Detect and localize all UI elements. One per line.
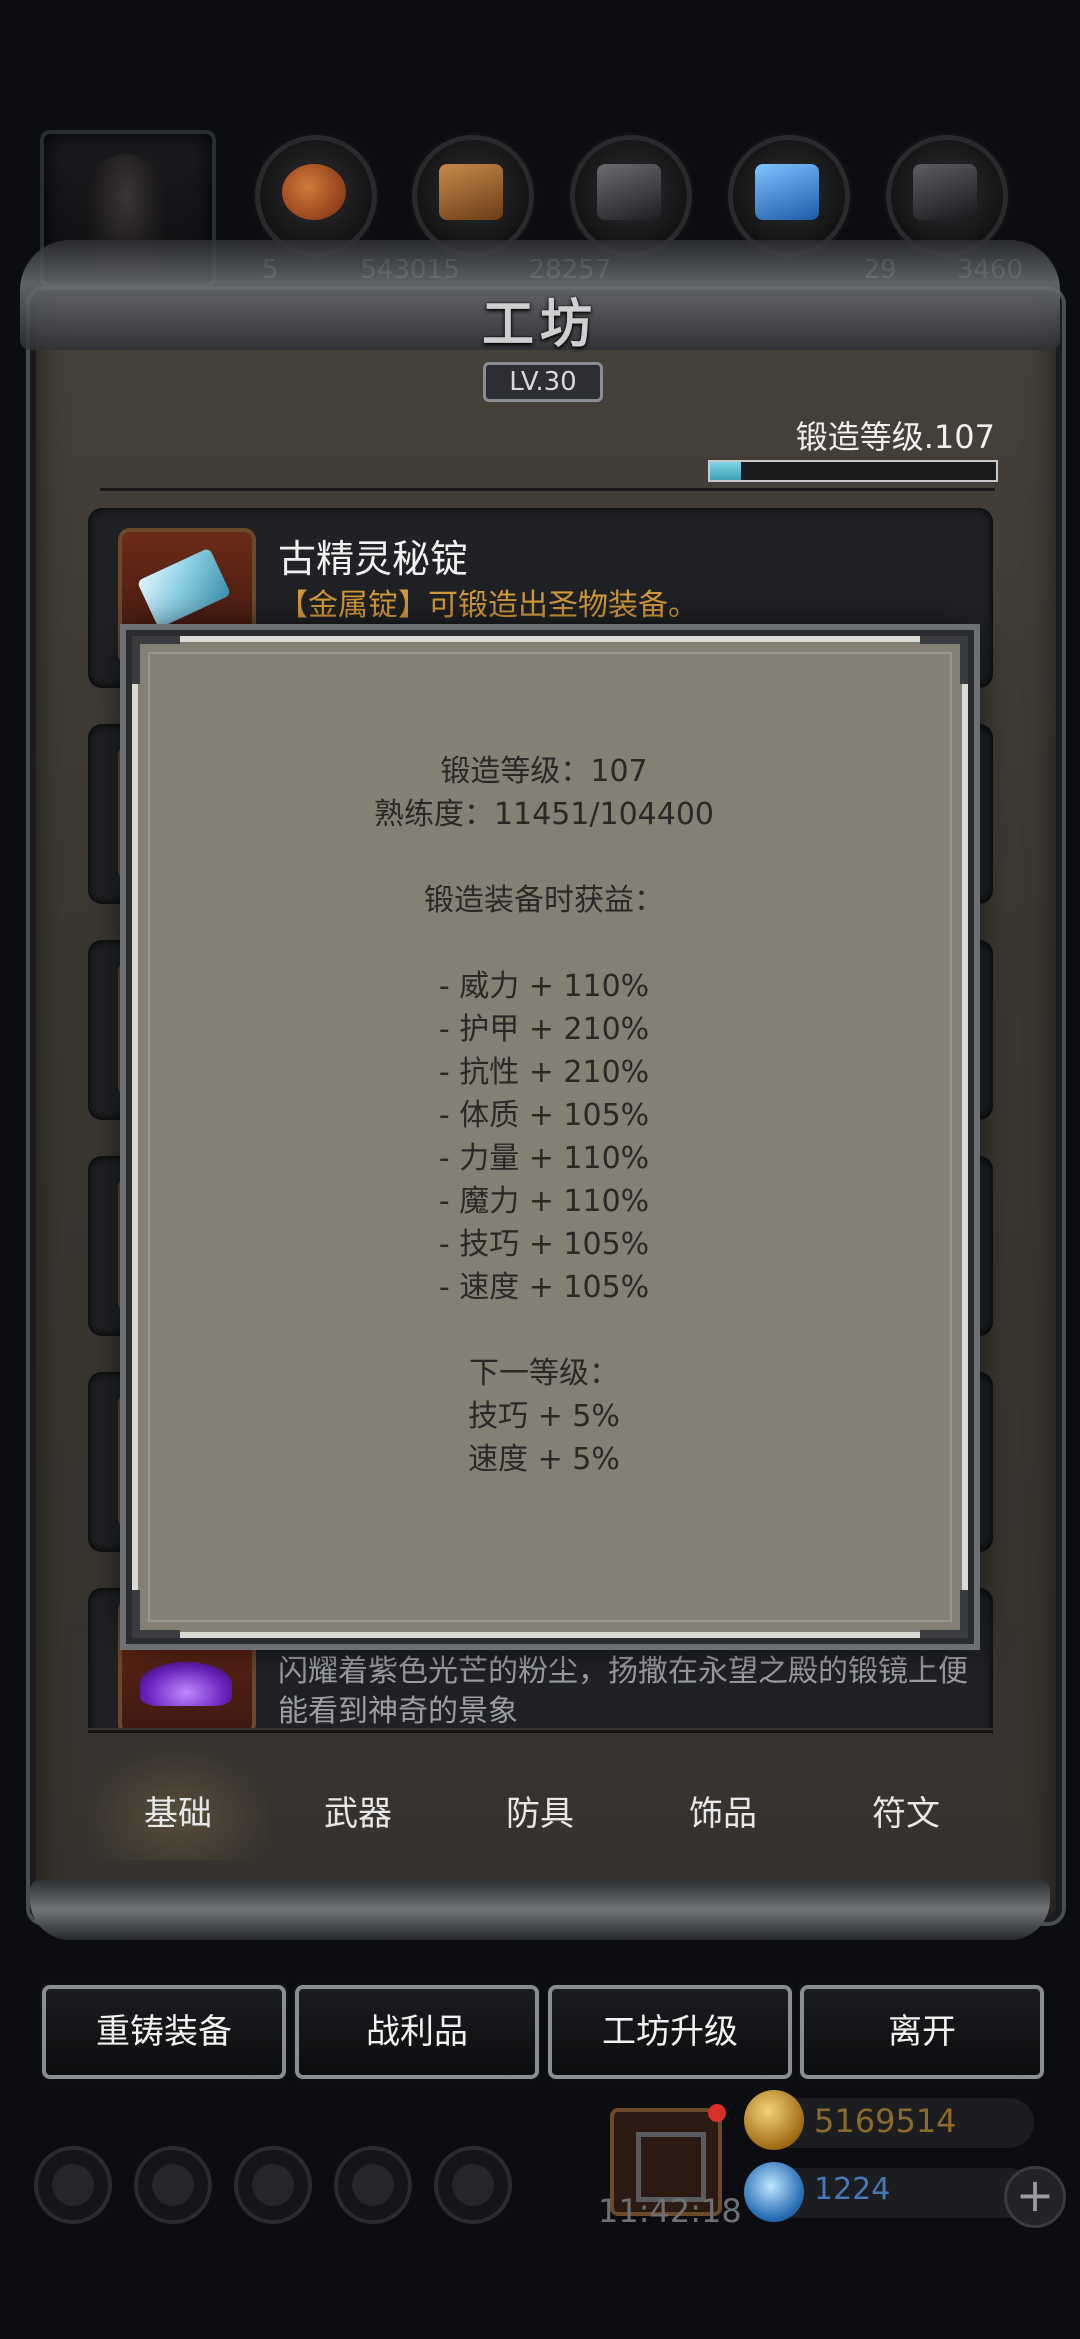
add-gems-button[interactable]: + — [1004, 2166, 1066, 2228]
item-name: 古精灵秘锭 — [278, 537, 469, 581]
bonus-line: - 力量 + 110% — [438, 1141, 650, 1176]
gold-amount: 5169514 — [814, 2102, 957, 2140]
frame-ornament-bottom — [30, 1880, 1050, 1940]
notification-dot — [708, 2104, 726, 2122]
bonus-header: 锻造装备时获益： — [424, 883, 664, 918]
bonus-line: - 抗性 + 210% — [438, 1055, 650, 1090]
forge-progress-bar — [708, 460, 998, 482]
leave-button[interactable]: 离开 — [800, 1985, 1044, 2079]
workshop-upgrade-button[interactable]: 工坊升级 — [548, 1985, 792, 2079]
mithril-ingot-icon — [136, 547, 232, 629]
next-level-line: 技巧 + 5% — [468, 1399, 620, 1434]
forge-level-text: 锻造等级：107 — [440, 754, 648, 789]
corner-ornament — [920, 636, 968, 684]
bonus-line: - 体质 + 105% — [438, 1098, 650, 1133]
clock: 11:42:18 — [598, 2192, 742, 2230]
bonus-line: - 技巧 + 105% — [438, 1227, 650, 1262]
purple-sand-icon — [140, 1662, 232, 1706]
wood-icon[interactable] — [412, 135, 534, 257]
settings-icon[interactable] — [34, 2146, 112, 2224]
next-level-line: 速度 + 5% — [468, 1442, 620, 1477]
iron-bar-icon[interactable] — [570, 135, 692, 257]
divider — [100, 488, 995, 491]
map-icon[interactable] — [434, 2146, 512, 2224]
item-description: 【金属锭】可锻造出圣物装备。 — [278, 588, 698, 623]
forge-progress-fill — [710, 462, 742, 480]
gem-amount: 1224 — [814, 2172, 891, 2207]
reforge-button[interactable]: 重铸装备 — [42, 1985, 286, 2079]
next-level-header: 下一等级： — [469, 1356, 619, 1391]
tab-weapon[interactable]: 武器 — [268, 1786, 448, 1835]
loot-button[interactable]: 战利品 — [295, 1985, 539, 2079]
corner-ornament — [920, 1590, 968, 1638]
tab-basic[interactable]: 基础 — [88, 1786, 268, 1835]
proficiency-text: 熟练度：11451/104400 — [373, 797, 715, 832]
ore-icon[interactable] — [255, 135, 377, 257]
item-description: 闪耀着紫色光芒的粉尘，扬撒在永望之殿的锻镜上便能看到神奇的景象 — [278, 1654, 968, 1728]
divider — [88, 1730, 993, 1733]
tab-accessory[interactable]: 饰品 — [633, 1786, 813, 1835]
tab-armor[interactable]: 防具 — [450, 1786, 630, 1835]
gem-icon — [744, 2162, 804, 2222]
corner-ornament — [132, 1590, 180, 1638]
forge-level-label: 锻造等级.107 — [795, 418, 995, 456]
inventory-icon[interactable] — [234, 2146, 312, 2224]
category-tabs: 基础 武器 防具 饰品 符文 — [88, 1730, 993, 1890]
tab-rune[interactable]: 符文 — [816, 1786, 996, 1835]
corner-ornament — [132, 636, 180, 684]
crystal-icon[interactable] — [728, 135, 850, 257]
bonus-line: - 魔力 + 110% — [438, 1184, 650, 1219]
bonus-line: - 威力 + 110% — [438, 969, 650, 1004]
bonus-line: - 护甲 + 210% — [438, 1012, 650, 1047]
gold-coin-icon — [744, 2090, 804, 2150]
level-badge: LV.30 — [483, 362, 603, 402]
hero-icon[interactable] — [134, 2146, 212, 2224]
page-title: 工坊 — [481, 295, 598, 355]
bonus-line: - 速度 + 105% — [438, 1270, 650, 1305]
forge-info-popup[interactable]: 锻造等级：107 熟练度：11451/104400 锻造装备时获益： - 威力 … — [132, 636, 968, 1638]
stone-bar-icon[interactable] — [886, 135, 1008, 257]
mail-icon[interactable] — [334, 2146, 412, 2224]
